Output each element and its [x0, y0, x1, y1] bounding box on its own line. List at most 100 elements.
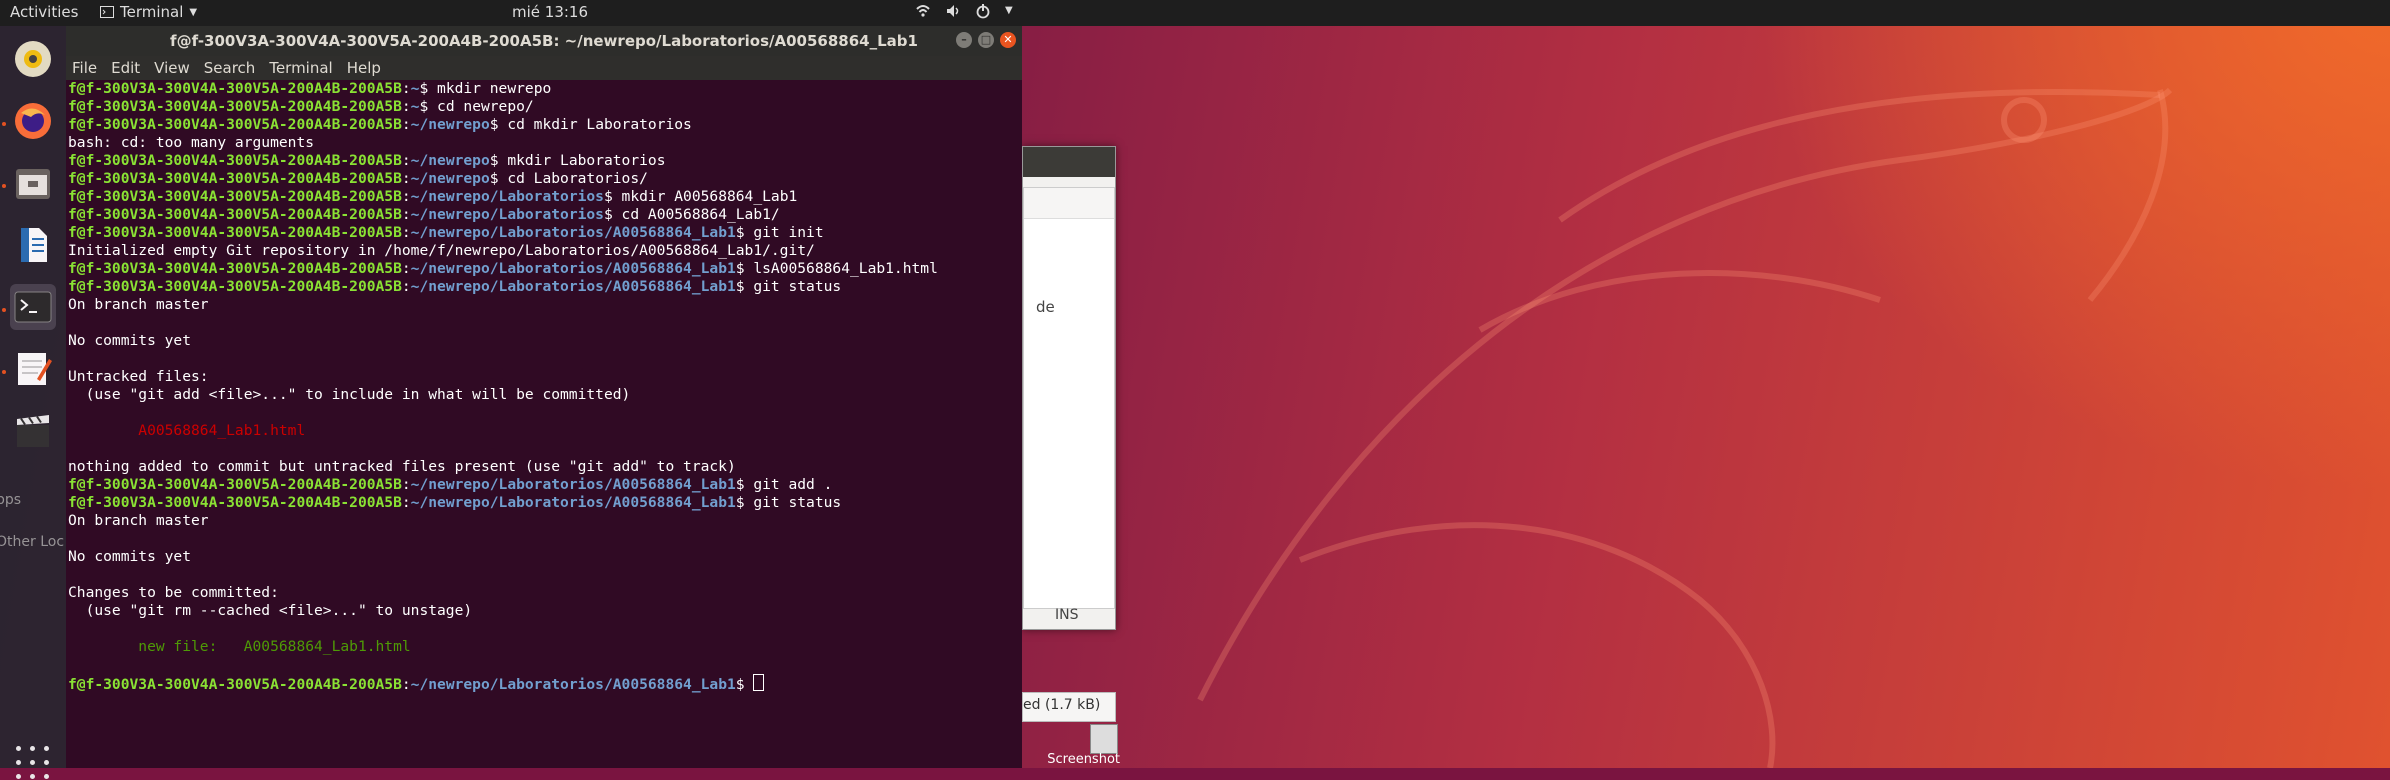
prompt-path: ~/newrepo [410, 116, 490, 133]
window-controls: – □ ✕ [956, 32, 1016, 48]
prompt-path: ~/newrepo/Laboratorios/A00568864_Lab1 [410, 494, 736, 511]
video-editor-icon[interactable] [10, 408, 56, 454]
prompt-symbol: $ [735, 676, 754, 693]
background-dialog[interactable]: de [1023, 187, 1115, 609]
prompt-line: f@f-300V3A-300V4A-300V5A-200A4B-200A5B:~… [68, 170, 1018, 188]
prompt-line: f@f-300V3A-300V4A-300V5A-200A4B-200A5B:~… [68, 260, 1018, 278]
command-text: git add . [753, 476, 833, 493]
libreoffice-writer-icon[interactable] [10, 222, 56, 268]
command-text: cd mkdir Laboratorios [507, 116, 692, 133]
output-line: On branch master [68, 512, 209, 529]
prompt-user-host: f@f-300V3A-300V4A-300V5A-200A4B-200A5B [68, 206, 402, 223]
prompt-separator: : [401, 494, 411, 511]
terminal-menubar: File Edit View Search Terminal Help [66, 56, 1022, 80]
prompt-separator: : [401, 188, 411, 205]
minimize-icon[interactable]: – [956, 32, 972, 48]
dialog-text: de [1036, 298, 1055, 316]
terminal-icon[interactable] [10, 284, 56, 330]
prompt-user-host: f@f-300V3A-300V4A-300V5A-200A4B-200A5B [68, 116, 402, 133]
dock-overflow-label: pps [0, 492, 22, 508]
system-tray[interactable]: ▼ [915, 3, 1013, 19]
window-title: f@f-300V3A-300V4A-300V5A-200A4B-200A5B: … [170, 32, 918, 50]
prompt-user-host: f@f-300V3A-300V4A-300V5A-200A4B-200A5B [68, 188, 402, 205]
prompt-user-host: f@f-300V3A-300V4A-300V5A-200A4B-200A5B [68, 170, 402, 187]
prompt-symbol: $ [489, 116, 508, 133]
prompt-symbol: $ [419, 80, 438, 97]
prompt-line: f@f-300V3A-300V4A-300V5A-200A4B-200A5B:~… [68, 224, 1018, 242]
terminal-window[interactable]: f@f-300V3A-300V4A-300V5A-200A4B-200A5B: … [66, 26, 1022, 768]
app-menu[interactable]: Terminal ▼ [100, 3, 197, 21]
background-window-text-editor[interactable]: de INS [1022, 146, 1116, 630]
files-icon[interactable] [10, 160, 56, 206]
dock-overflow-label: Other Loc [0, 534, 65, 550]
clock[interactable]: mié 13:16 [512, 3, 588, 21]
command-text: git status [753, 278, 842, 295]
command-text: mkdir A00568864_Lab1 [621, 188, 798, 205]
prompt-separator: : [401, 476, 411, 493]
background-window-titlebar[interactable] [1023, 147, 1115, 177]
prompt-symbol: $ [419, 98, 438, 115]
firefox-icon[interactable] [10, 98, 56, 144]
text-cursor[interactable] [753, 674, 765, 691]
prompt-user-host: f@f-300V3A-300V4A-300V5A-200A4B-200A5B [68, 152, 402, 169]
prompt-line: f@f-300V3A-300V4A-300V5A-200A4B-200A5B:~… [68, 80, 1018, 98]
prompt-line: f@f-300V3A-300V4A-300V5A-200A4B-200A5B:~… [68, 188, 1018, 206]
menu-item-help[interactable]: Help [347, 59, 381, 77]
prompt-line: f@f-300V3A-300V4A-300V5A-200A4B-200A5B:~… [68, 206, 1018, 224]
menu-item-view[interactable]: View [154, 59, 190, 77]
prompt-line: f@f-300V3A-300V4A-300V5A-200A4B-200A5B:~… [68, 98, 1018, 116]
prompt-separator: : [401, 278, 411, 295]
menu-item-file[interactable]: File [72, 59, 97, 77]
prompt-symbol: $ [603, 188, 622, 205]
output-line: Changes to be committed: [68, 584, 279, 601]
prompt-path: ~/newrepo/Laboratorios/A00568864_Lab1 [410, 676, 736, 693]
prompt-path: ~/newrepo [410, 152, 490, 169]
running-indicator [2, 308, 6, 312]
prompt-path: ~/newrepo/Laboratorios/A00568864_Lab1 [410, 224, 736, 241]
prompt-separator: : [401, 98, 411, 115]
dialog-tab-bar [1024, 188, 1114, 219]
file-thumbnail-icon [1090, 724, 1118, 754]
terminal-output[interactable]: f@f-300V3A-300V4A-300V5A-200A4B-200A5B:~… [68, 80, 1018, 768]
desktop-file-screenshot[interactable]: Screenshot [1040, 724, 1120, 768]
prompt-symbol: $ [603, 206, 622, 223]
output-line: bash: cd: too many arguments [68, 134, 315, 151]
apps-grid-icon[interactable] [16, 746, 50, 780]
running-indicator [2, 184, 6, 188]
prompt-user-host: f@f-300V3A-300V4A-300V5A-200A4B-200A5B [68, 98, 402, 115]
prompt-line: f@f-300V3A-300V4A-300V5A-200A4B-200A5B:~… [68, 152, 1018, 170]
menu-item-edit[interactable]: Edit [111, 59, 140, 77]
close-icon[interactable]: ✕ [1000, 32, 1016, 48]
terminal-small-icon [100, 6, 114, 18]
prompt-symbol: $ [489, 170, 508, 187]
output-line: Initialized empty Git repository in /hom… [68, 242, 815, 259]
rhythmbox-icon[interactable] [10, 36, 56, 82]
menu-item-terminal[interactable]: Terminal [269, 59, 332, 77]
prompt-path: ~/newrepo/Laboratorios [410, 206, 604, 223]
prompt-path: ~/newrepo/Laboratorios [410, 188, 604, 205]
prompt-symbol: $ [735, 260, 754, 277]
prompt-user-host: f@f-300V3A-300V4A-300V5A-200A4B-200A5B [68, 224, 402, 241]
app-menu-label: Terminal [120, 3, 184, 21]
insert-mode-indicator: INS [1055, 607, 1079, 623]
output-line: On branch master [68, 296, 209, 313]
download-notification[interactable]: ed (1.7 kB) [1022, 692, 1116, 722]
terminal-titlebar[interactable]: f@f-300V3A-300V4A-300V5A-200A4B-200A5B: … [66, 26, 1022, 56]
prompt-line: f@f-300V3A-300V4A-300V5A-200A4B-200A5B:~… [68, 494, 1018, 512]
command-text: cd newrepo/ [437, 98, 534, 115]
activities-button[interactable]: Activities [10, 3, 78, 21]
text-editor-icon[interactable] [10, 346, 56, 392]
prompt-symbol: $ [735, 476, 754, 493]
prompt-separator: : [401, 224, 411, 241]
maximize-icon[interactable]: □ [978, 32, 994, 48]
prompt-symbol: $ [735, 494, 754, 511]
prompt-symbol: $ [735, 224, 754, 241]
command-text: mkdir Laboratorios [507, 152, 666, 169]
menu-item-search[interactable]: Search [204, 59, 256, 77]
